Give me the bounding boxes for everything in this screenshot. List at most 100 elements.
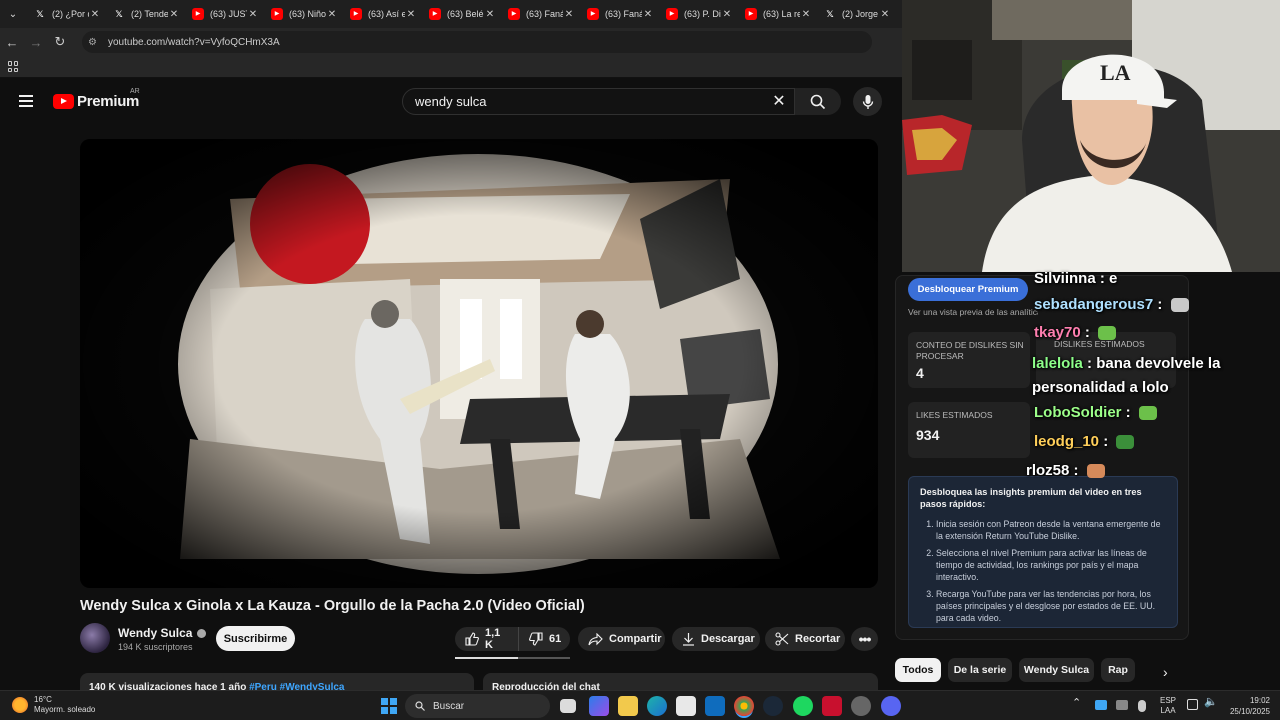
apps-grid-icon[interactable]: [8, 61, 19, 72]
url-field[interactable]: ⚙ youtube.com/watch?v=VyfoQCHmX3A: [82, 31, 872, 53]
language-indicator[interactable]: ESP LAA: [1156, 696, 1180, 716]
clear-search-icon[interactable]: ✕: [768, 91, 790, 111]
insights-steps: Inicia sesión con Patreon desde la venta…: [920, 518, 1166, 624]
share-button[interactable]: Compartir: [578, 627, 665, 651]
close-tab-icon[interactable]: ✕: [89, 9, 101, 20]
download-icon: [682, 632, 695, 646]
browser-tab[interactable]: ▶ (63) La reina✕: [737, 0, 816, 28]
discord-icon[interactable]: [881, 696, 901, 716]
share-label: Compartir: [609, 633, 662, 645]
menu-icon[interactable]: [19, 95, 33, 107]
browser-tab[interactable]: ▶ (63) Niños✕: [263, 0, 342, 28]
close-tab-icon[interactable]: ✕: [405, 9, 417, 20]
close-tab-icon[interactable]: ✕: [484, 9, 496, 20]
chip-rap[interactable]: Rap: [1101, 658, 1135, 682]
download-button[interactable]: Descargar: [672, 627, 760, 651]
search-query: wendy sulca: [415, 94, 487, 109]
chevron-right-icon[interactable]: ›: [1163, 664, 1168, 680]
youtube-favicon-icon: ▶: [508, 8, 520, 20]
taskbar-search[interactable]: Buscar: [405, 694, 550, 718]
tray-app-icon[interactable]: [1116, 700, 1128, 710]
voice-search-button[interactable]: [853, 87, 882, 116]
outlook-icon[interactable]: [705, 696, 725, 716]
close-tab-icon[interactable]: ✕: [168, 9, 180, 20]
browser-tab[interactable]: ▶ (63) JUSTO✕: [184, 0, 263, 28]
volume-icon[interactable]: 🔈: [1204, 697, 1218, 708]
chat-message: rloz58 :: [1026, 462, 1105, 479]
windows-start-icon[interactable]: [381, 698, 397, 714]
store-icon[interactable]: [676, 696, 696, 716]
estimated-likes-card: LIKES ESTIMADOS 934: [908, 402, 1030, 458]
search-input[interactable]: wendy sulca ✕: [402, 88, 795, 115]
verified-icon: [197, 628, 207, 638]
browser-tab[interactable]: 𝕏 (2) Tendencias✕: [105, 0, 184, 28]
obs-icon[interactable]: [851, 696, 871, 716]
close-tab-icon[interactable]: ✕: [563, 9, 575, 20]
microphone-tray-icon[interactable]: [1138, 700, 1146, 712]
browser-tab[interactable]: 𝕏 (2) ¿Por qué✕: [26, 0, 105, 28]
channel-name-text: Wendy Sulca: [118, 626, 193, 640]
close-tab-icon[interactable]: ✕: [721, 9, 733, 20]
region-code: AR: [130, 88, 140, 95]
weather-widget[interactable]: 16°C Mayorm. soleado: [12, 695, 95, 715]
back-icon[interactable]: ←: [0, 35, 24, 50]
site-settings-icon[interactable]: ⚙: [88, 37, 102, 48]
reload-icon[interactable]: ↻: [48, 34, 72, 50]
file-explorer-icon[interactable]: [618, 696, 638, 716]
close-tab-icon[interactable]: ✕: [247, 9, 259, 20]
sun-icon: [12, 697, 28, 713]
tray-overflow-icon[interactable]: ⌃: [1072, 698, 1081, 709]
chip-wendy-sulca[interactable]: Wendy Sulca: [1019, 658, 1094, 682]
browser-tab[interactable]: ▶ (63) Así es✕: [342, 0, 421, 28]
subscribe-button[interactable]: Suscribirme: [216, 626, 295, 651]
spotify-icon[interactable]: [793, 696, 813, 716]
search-button[interactable]: [795, 88, 841, 115]
chip-todos[interactable]: Todos: [895, 658, 941, 682]
browser-tab[interactable]: 𝕏 (2) Jorge ✕: [816, 0, 895, 28]
tab-title: (63) Así es: [368, 9, 405, 19]
more-actions-button[interactable]: •••: [851, 627, 878, 651]
url-text: youtube.com/watch?v=VyfoQCHmX3A: [108, 36, 280, 48]
chat-emote-icon: [1116, 435, 1135, 450]
channel-avatar[interactable]: [80, 623, 110, 653]
chat-message: tkay70 :: [1034, 324, 1117, 341]
dislike-button[interactable]: 61: [518, 627, 570, 651]
chat-username: rloz58: [1026, 462, 1070, 479]
close-tab-icon[interactable]: ✕: [642, 9, 654, 20]
youtube-favicon-icon: ▶: [429, 8, 441, 20]
channel-name[interactable]: Wendy Sulca: [118, 626, 207, 640]
chrome-icon[interactable]: [734, 696, 754, 716]
app-icon-red[interactable]: [822, 696, 842, 716]
insights-step: Recarga YouTube para ver las tendencias …: [936, 588, 1166, 624]
forward-icon[interactable]: →: [24, 35, 48, 50]
close-tab-icon[interactable]: ✕: [800, 9, 812, 20]
edge-icon[interactable]: [647, 696, 667, 716]
browser-tab[interactable]: ▶ (63) P. Diddy✕: [658, 0, 737, 28]
unlock-premium-button[interactable]: Desbloquear Premium: [908, 278, 1028, 301]
tab-title: (63) La reina: [763, 9, 800, 19]
clip-button[interactable]: Recortar: [765, 627, 845, 651]
browser-tab[interactable]: ▶ (63) Fanáticos✕: [579, 0, 658, 28]
close-tab-icon[interactable]: ✕: [326, 9, 338, 20]
share-icon: [588, 632, 603, 646]
youtube-premium-logo[interactable]: Premium AR: [53, 88, 140, 110]
youtube-header: Premium AR wendy sulca ✕: [0, 78, 902, 124]
task-view-icon[interactable]: [560, 699, 576, 713]
video-player[interactable]: [80, 139, 878, 588]
chip-de-la-serie[interactable]: De la serie: [948, 658, 1012, 682]
close-tab-icon[interactable]: ✕: [879, 9, 891, 20]
tab-search-dropdown-icon[interactable]: ⌄: [0, 0, 26, 28]
tab-title: (63) Fanáticos: [605, 9, 642, 19]
browser-tab[interactable]: ▶ (63) Fanáticos✕: [500, 0, 579, 28]
browser-tab[interactable]: ▶ (63) Belén✕: [421, 0, 500, 28]
like-button[interactable]: 1,1 K: [455, 627, 518, 651]
onedrive-icon[interactable]: [1095, 700, 1107, 710]
dislike-count: 61: [549, 633, 562, 645]
copilot-icon[interactable]: [589, 696, 609, 716]
chat-separator: :: [1099, 433, 1113, 450]
network-icon[interactable]: [1187, 699, 1198, 710]
steam-icon[interactable]: [763, 696, 783, 716]
system-clock[interactable]: 19:02 25/10/2025: [1222, 695, 1270, 717]
chat-message: LoboSoldier :: [1034, 404, 1157, 421]
chat-emote-icon: [1170, 298, 1189, 313]
